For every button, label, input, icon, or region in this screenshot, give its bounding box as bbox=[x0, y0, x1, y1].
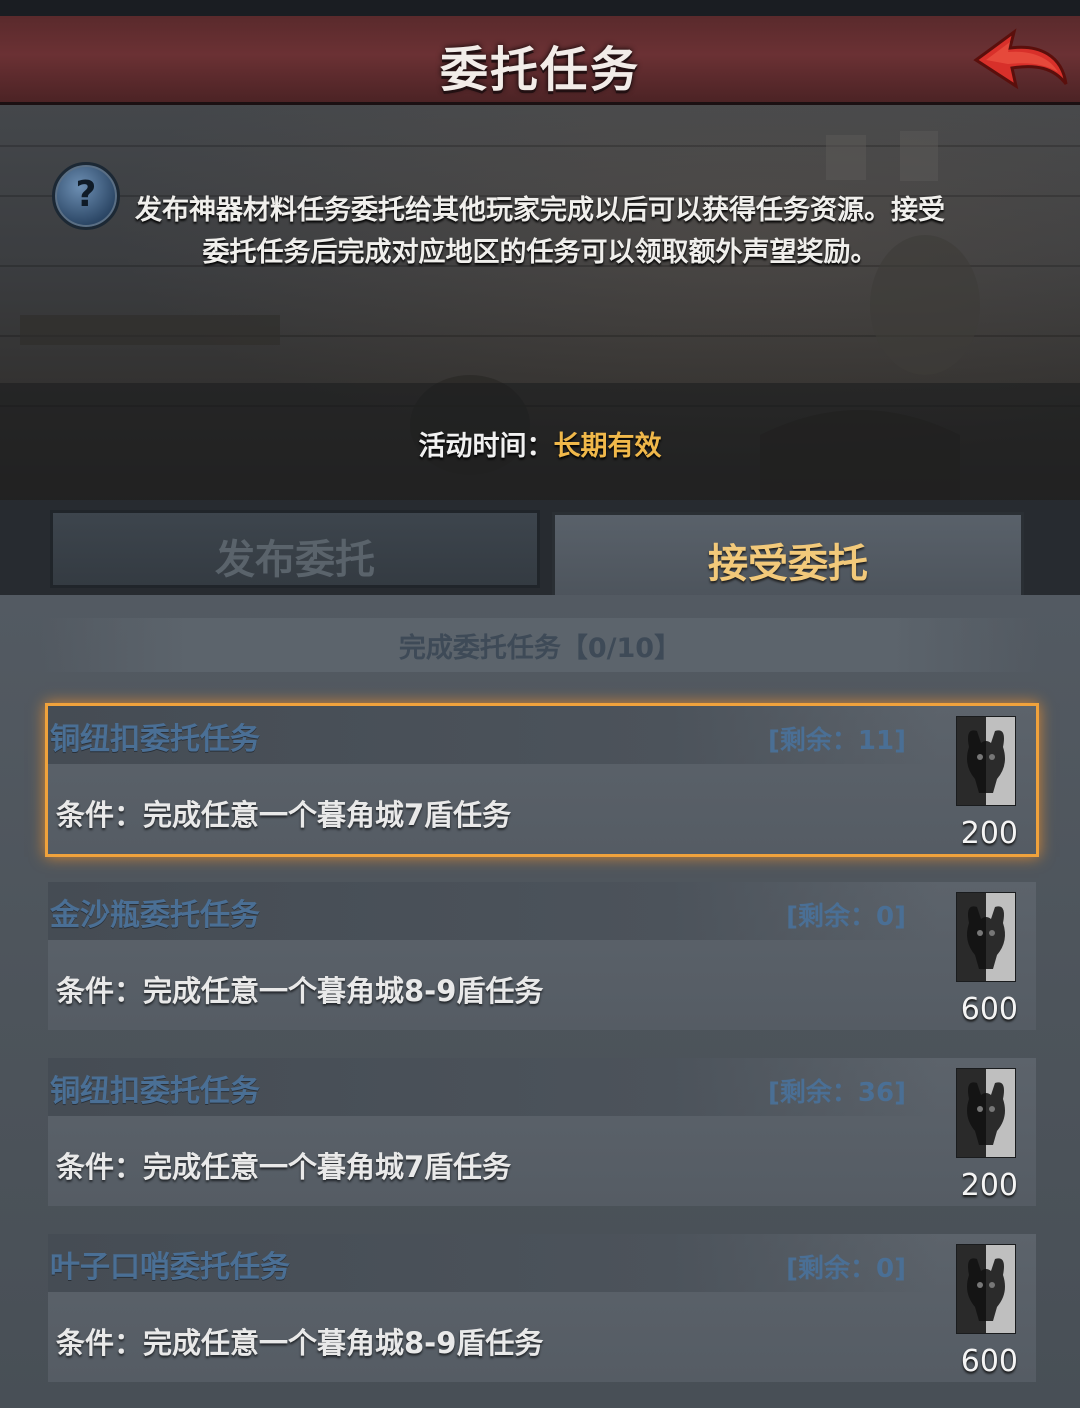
task-name: 金沙瓶委托任务 bbox=[50, 898, 260, 933]
activity-time-value: 长期有效 bbox=[553, 431, 662, 462]
back-button[interactable] bbox=[970, 26, 1070, 98]
page-title: 委托任务 bbox=[439, 42, 640, 98]
progress-text: 完成委托任务【0/10】 bbox=[398, 633, 682, 664]
description-line-1: 发布神器材料任务委托给其他玩家完成以后可以获得任务资源。接受 bbox=[135, 195, 945, 226]
activity-time-label: 活动时间： bbox=[418, 431, 554, 462]
task-reward-amount: 600 bbox=[960, 992, 1018, 1027]
back-arrow-icon bbox=[973, 28, 1068, 90]
demon-card-icon bbox=[956, 1068, 1016, 1158]
task-reward-amount: 600 bbox=[960, 1344, 1018, 1379]
task-name: 叶子口哨委托任务 bbox=[50, 1250, 290, 1285]
demon-card-icon bbox=[956, 892, 1016, 982]
demon-card-icon bbox=[956, 716, 1016, 806]
activity-time: 活动时间：长期有效 bbox=[0, 424, 1080, 463]
task-card[interactable]: 叶子口哨委托任务 [剩余：0] 条件：完成任意一个暮角城8-9盾任务 600 bbox=[48, 1234, 1036, 1382]
task-name: 铜纽扣委托任务 bbox=[50, 1074, 260, 1109]
task-remaining: [剩余：11] bbox=[768, 726, 906, 756]
task-condition: 条件：完成任意一个暮角城8-9盾任务 bbox=[56, 1326, 544, 1360]
task-card[interactable]: 铜纽扣委托任务 [剩余：11] 条件：完成任意一个暮角城7盾任务 200 bbox=[48, 706, 1036, 854]
top-edge bbox=[0, 0, 1080, 16]
description: 发布神器材料任务委托给其他玩家完成以后可以获得任务资源。接受 委托任务后完成对应… bbox=[120, 190, 960, 274]
task-remaining: [剩余：0] bbox=[786, 902, 906, 932]
task-remaining: [剩余：0] bbox=[786, 1254, 906, 1284]
task-condition: 条件：完成任意一个暮角城7盾任务 bbox=[56, 1150, 512, 1184]
task-card[interactable]: 金沙瓶委托任务 [剩余：0] 条件：完成任意一个暮角城8-9盾任务 600 bbox=[48, 882, 1036, 1030]
task-reward-amount: 200 bbox=[960, 1168, 1018, 1203]
task-reward-amount: 200 bbox=[960, 816, 1018, 851]
task-condition: 条件：完成任意一个暮角城8-9盾任务 bbox=[56, 974, 544, 1008]
tab-publish[interactable]: 发布委托 bbox=[50, 510, 540, 588]
demon-card-icon bbox=[956, 1244, 1016, 1334]
tab-publish-label: 发布委托 bbox=[215, 537, 375, 583]
tab-accept[interactable]: 接受委托 bbox=[552, 512, 1024, 598]
header-bar: 委托任务 bbox=[0, 16, 1080, 105]
tab-accept-label: 接受委托 bbox=[708, 541, 868, 587]
task-name: 铜纽扣委托任务 bbox=[50, 722, 260, 757]
help-question-icon[interactable]: ? bbox=[52, 162, 120, 230]
task-remaining: [剩余：36] bbox=[768, 1078, 906, 1108]
description-line-2: 委托任务后完成对应地区的任务可以领取额外声望奖励。 bbox=[202, 237, 878, 268]
task-card[interactable]: 铜纽扣委托任务 [剩余：36] 条件：完成任意一个暮角城7盾任务 200 bbox=[48, 1058, 1036, 1206]
task-condition: 条件：完成任意一个暮角城7盾任务 bbox=[56, 798, 512, 832]
